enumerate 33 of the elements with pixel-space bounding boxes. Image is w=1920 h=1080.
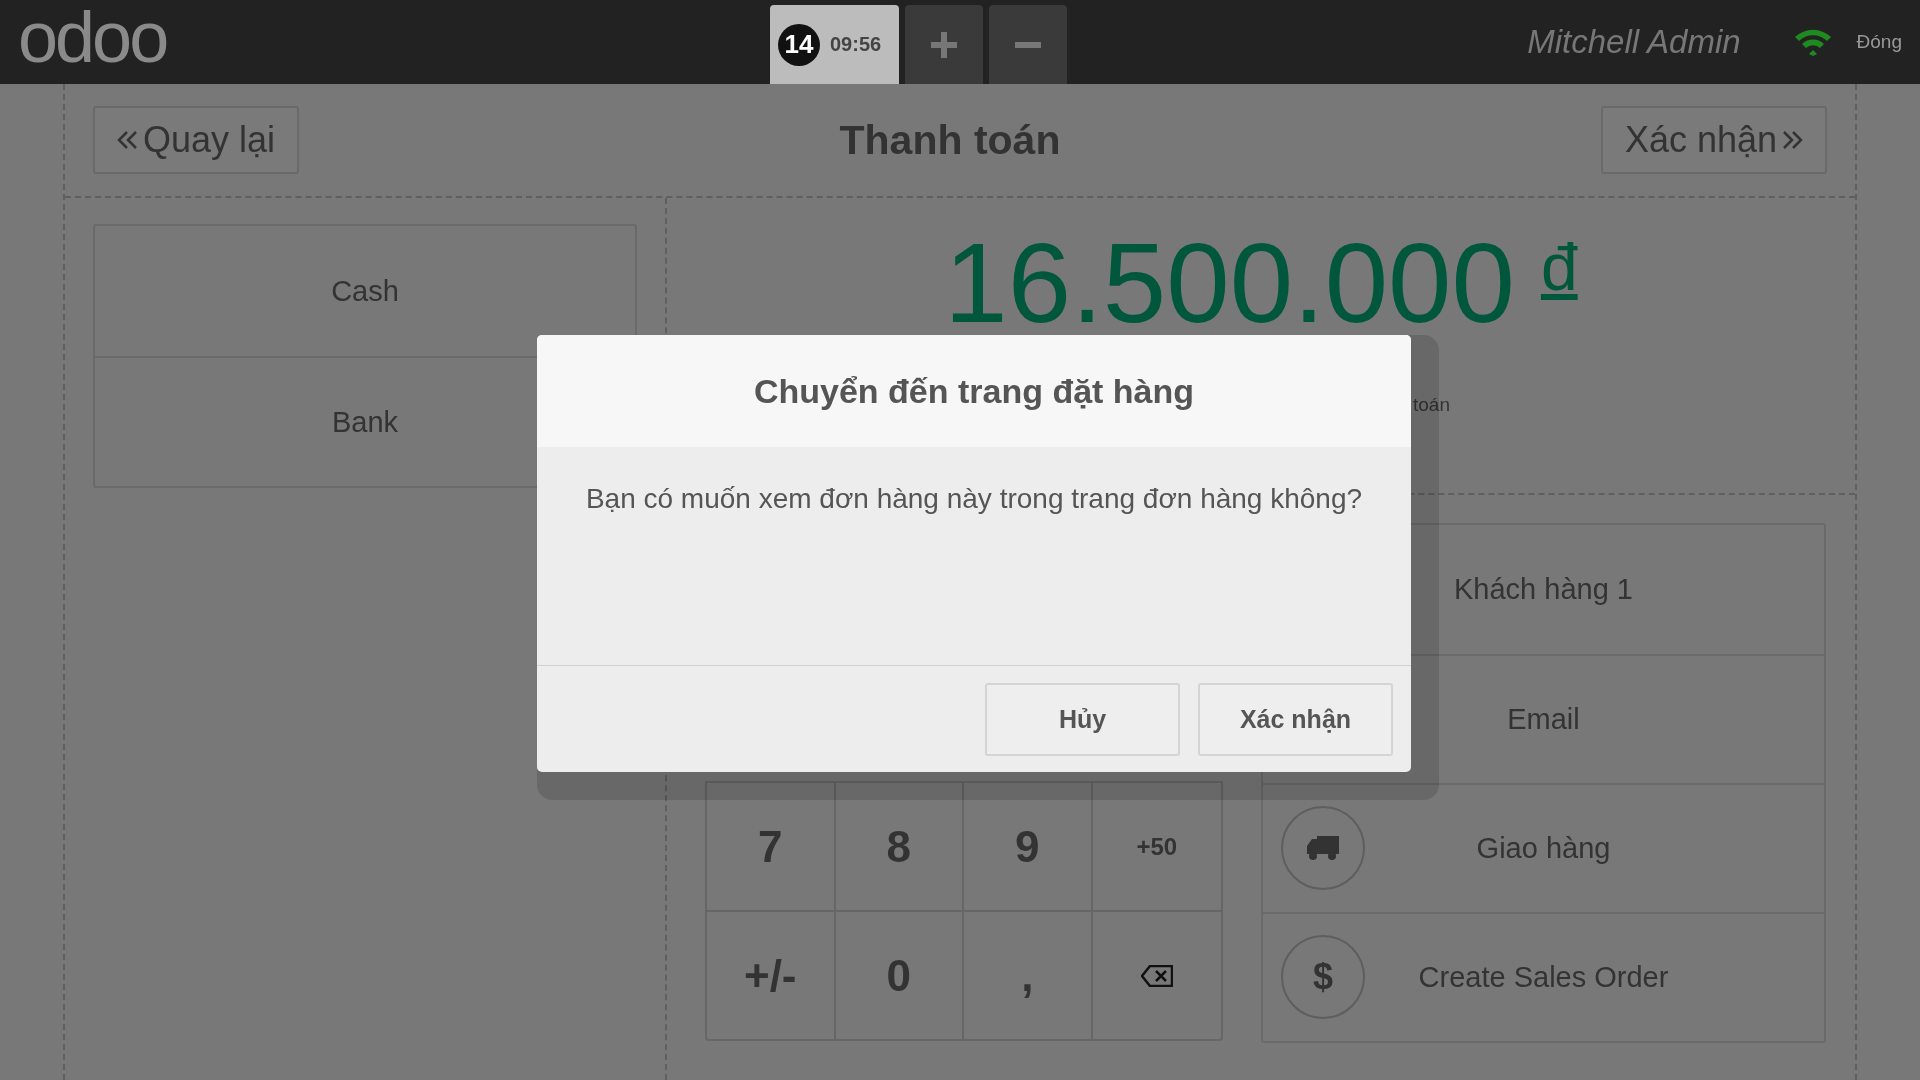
- dialog-title: Chuyển đến trang đặt hàng: [537, 335, 1411, 447]
- plus-icon: [931, 31, 957, 58]
- add-order-button[interactable]: [905, 5, 983, 84]
- numpad-key[interactable]: ,: [964, 910, 1093, 1039]
- numpad-key[interactable]: 9: [964, 781, 1093, 910]
- close-link[interactable]: Đóng: [1856, 31, 1902, 53]
- dialog-button[interactable]: Hủy: [985, 682, 1180, 756]
- action-button[interactable]: Giao hàng: [1263, 783, 1824, 912]
- truck-icon: [1281, 806, 1365, 890]
- back-button[interactable]: Quay lại: [93, 106, 300, 174]
- remove-order-button[interactable]: [989, 5, 1067, 84]
- numpad-key[interactable]: 8: [835, 781, 964, 910]
- double-chevron-right-icon: [1781, 129, 1803, 151]
- numpad-key[interactable]: 0: [835, 910, 964, 1039]
- action-button[interactable]: Khách hàng 1: [1263, 525, 1824, 654]
- action-button[interactable]: $ Create Sales Order: [1263, 912, 1824, 1041]
- double-chevron-left-icon: [117, 129, 139, 151]
- user-name: Mitchell Admin: [1527, 23, 1741, 61]
- backspace-icon: [1140, 964, 1173, 987]
- numpad-key[interactable]: 7: [707, 781, 836, 910]
- logo: odoo: [18, 1, 168, 73]
- numpad-key[interactable]: +/-: [707, 910, 836, 1039]
- order-number: 14: [778, 23, 820, 66]
- page-title: Thanh toán: [839, 116, 1061, 164]
- order-tab[interactable]: 14 09:56: [770, 5, 899, 84]
- order-time: 09:56: [830, 33, 882, 56]
- dollar-icon: $: [1281, 935, 1365, 1019]
- confirm-button[interactable]: Xác nhận: [1600, 106, 1827, 174]
- minus-icon: [1015, 41, 1041, 48]
- dialog-button[interactable]: Xác nhận: [1198, 682, 1393, 756]
- numpad-key[interactable]: +50: [1092, 781, 1221, 910]
- currency-symbol: đ: [1540, 234, 1578, 300]
- hint-text: toán: [1413, 394, 1450, 416]
